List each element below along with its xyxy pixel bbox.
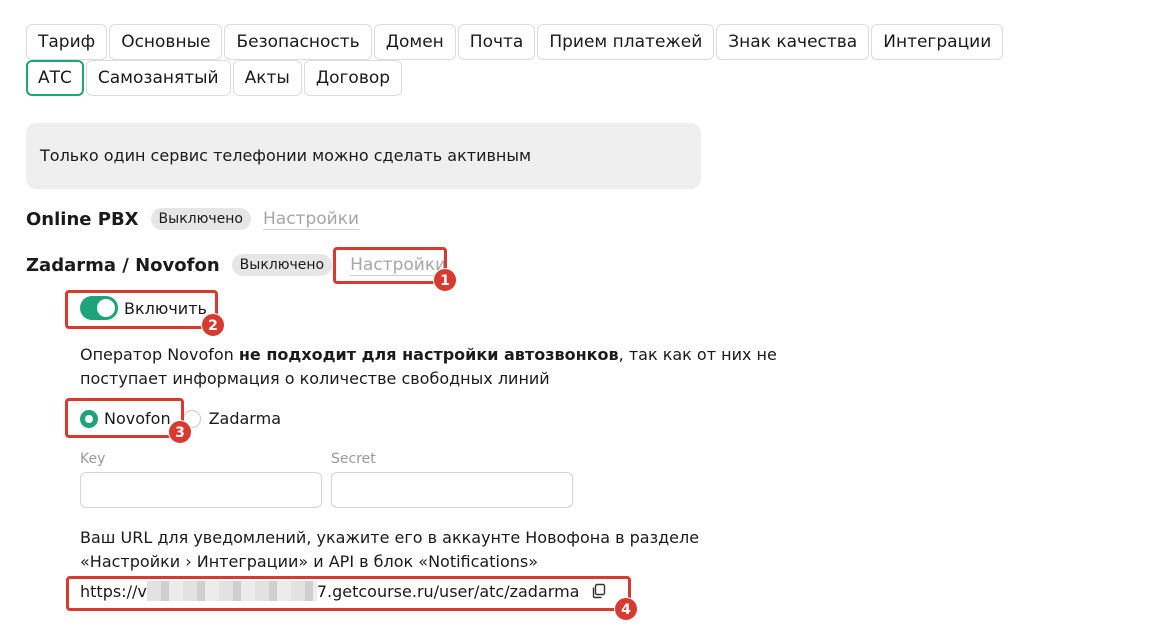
tab-main[interactable]: Основные xyxy=(109,24,223,60)
status-badge: Выключено xyxy=(150,208,251,230)
annotation-number-4: 4 xyxy=(614,597,638,621)
operator-note: Оператор Novofon не подходит для настрой… xyxy=(80,343,800,391)
tab-tariff[interactable]: Тариф xyxy=(26,24,108,60)
tab-quality-mark[interactable]: Знак качества xyxy=(716,24,870,60)
annotation-box-2 xyxy=(65,290,218,329)
secret-label: Secret xyxy=(331,451,376,467)
service-name: Online PBX xyxy=(26,208,139,230)
info-notice: Только один сервис телефонии можно сдела… xyxy=(26,123,701,189)
annotation-box-1 xyxy=(333,247,447,284)
tab-security[interactable]: Безопасность xyxy=(224,24,372,60)
note-bold-text: не подходит для настройки автозвонков xyxy=(238,345,619,364)
annotation-number-3: 3 xyxy=(168,420,192,444)
tab-domain[interactable]: Домен xyxy=(373,24,456,60)
url-note: Ваш URL для уведомлений, укажите его в а… xyxy=(80,528,700,571)
note-text: Оператор Novofon xyxy=(80,345,239,364)
radio-zadarma-label[interactable]: Zadarma xyxy=(209,409,281,428)
service-name: Zadarma / Novofon xyxy=(26,254,220,276)
tab-payments[interactable]: Прием платежей xyxy=(537,24,715,60)
settings-link[interactable]: Настройки xyxy=(263,209,360,230)
status-badge: Выключено xyxy=(231,254,333,276)
tabs-row-1: Тариф Основные Безопасность Домен Почта … xyxy=(26,24,1004,60)
tab-integrations[interactable]: Интеграции xyxy=(871,24,1004,60)
key-input[interactable] xyxy=(80,472,322,508)
secret-input[interactable] xyxy=(331,472,573,508)
tab-mail[interactable]: Почта xyxy=(457,24,536,60)
service-online-pbx: Online PBX Выключено Настройки xyxy=(26,208,360,230)
annotation-number-2: 2 xyxy=(201,313,225,337)
tab-self-employed[interactable]: Самозанятый xyxy=(85,60,231,96)
tabs-row-2: АТС Самозанятый Акты Договор xyxy=(26,60,403,96)
annotation-number-1: 1 xyxy=(433,268,457,292)
tab-ats[interactable]: АТС xyxy=(26,60,84,96)
annotation-box-4 xyxy=(66,576,631,611)
tab-contract[interactable]: Договор xyxy=(303,60,403,96)
annotation-box-3 xyxy=(65,398,184,438)
key-label: Key xyxy=(80,451,106,467)
tab-acts[interactable]: Акты xyxy=(232,60,302,96)
